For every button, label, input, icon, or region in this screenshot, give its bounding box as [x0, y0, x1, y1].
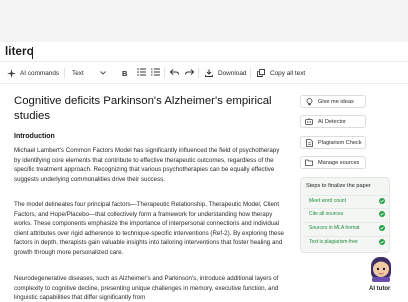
toolbar-divider	[250, 68, 251, 78]
check-icon	[379, 198, 385, 204]
copy-icon	[256, 68, 266, 78]
undo-icon	[169, 68, 179, 78]
ai-tutor-avatar[interactable]	[367, 255, 395, 283]
app-header	[0, 42, 408, 62]
plagiarism-check-button[interactable]: Plagiarism Check	[300, 136, 366, 149]
step-label: Text is plagiarism-free	[309, 239, 358, 245]
paragraph[interactable]: Michael Lambert's Common Factors Model h…	[14, 146, 286, 184]
undo-button[interactable]	[169, 62, 179, 84]
window-top-band	[0, 0, 408, 42]
sparkle-icon	[6, 68, 16, 78]
ai-tutor-label: AI tutor	[369, 286, 391, 292]
toolbar-divider	[164, 68, 165, 78]
redo-button[interactable]	[185, 62, 195, 84]
download-label: Download	[218, 69, 247, 77]
app-logo: litero	[5, 46, 34, 58]
step-label: Cite all sources	[309, 211, 344, 217]
copy-all-text-label: Copy all text	[270, 69, 306, 77]
ai-detector-button[interactable]: AI Detector	[300, 115, 366, 128]
manage-sources-button[interactable]: Manage sources	[300, 156, 366, 169]
bold-icon: B	[122, 68, 128, 78]
step-item[interactable]: Cite all sources	[304, 208, 388, 219]
chevron-down-icon	[99, 70, 106, 77]
plagiarism-check-label: Plagiarism Check	[318, 139, 362, 146]
finalize-steps-panel: Steps to finalize the paper Meet word co…	[300, 177, 390, 253]
paragraph[interactable]: The model delineates four principal fact…	[14, 200, 286, 257]
bulleted-list-icon	[137, 68, 146, 78]
ai-commands-button[interactable]: AI commands	[6, 62, 59, 84]
document-title[interactable]: Cognitive deficits Parkinson's Alzheimer…	[14, 94, 284, 124]
step-label: Meet word count	[309, 198, 346, 204]
download-icon	[204, 68, 214, 78]
numbered-list-button[interactable]	[151, 62, 160, 84]
step-item[interactable]: Sources in MLA format	[304, 222, 388, 233]
step-label: Sources in MLA format	[309, 225, 360, 231]
check-icon	[379, 239, 385, 245]
bulleted-list-button[interactable]	[137, 62, 146, 84]
step-item[interactable]: Text is plagiarism-free	[304, 236, 388, 247]
bold-button[interactable]: B	[122, 62, 127, 84]
check-icon	[379, 211, 385, 217]
give-me-ideas-button[interactable]: Give me ideas	[300, 95, 366, 108]
folder-icon	[305, 159, 313, 167]
copy-all-text-button[interactable]: Copy all text	[256, 62, 305, 84]
download-button[interactable]: Download	[204, 62, 246, 84]
steps-title: Steps to finalize the paper	[306, 183, 371, 189]
section-heading[interactable]: Introduction	[14, 133, 55, 140]
robot-icon	[305, 118, 313, 126]
toolbar-divider	[64, 68, 65, 78]
toolbar-divider	[198, 68, 199, 78]
give-me-ideas-label: Give me ideas	[318, 98, 354, 105]
step-item[interactable]: Meet word count	[304, 195, 388, 206]
paragraph[interactable]: Neurodegenerative diseases, such as Alzh…	[14, 274, 286, 302]
ai-detector-label: AI Detector	[318, 118, 346, 125]
numbered-list-icon	[151, 68, 160, 78]
redo-icon	[185, 68, 195, 78]
text-cursor	[32, 47, 33, 59]
check-icon	[379, 225, 385, 231]
document-icon	[305, 138, 313, 147]
text-style-label: Text	[72, 69, 84, 77]
ai-commands-label: AI commands	[20, 69, 60, 77]
lightbulb-icon	[305, 97, 313, 106]
text-style-dropdown[interactable]: Text	[72, 62, 106, 84]
editor-toolbar: AI commands Text B Download Copy all tex…	[0, 62, 408, 84]
manage-sources-label: Manage sources	[318, 159, 360, 166]
